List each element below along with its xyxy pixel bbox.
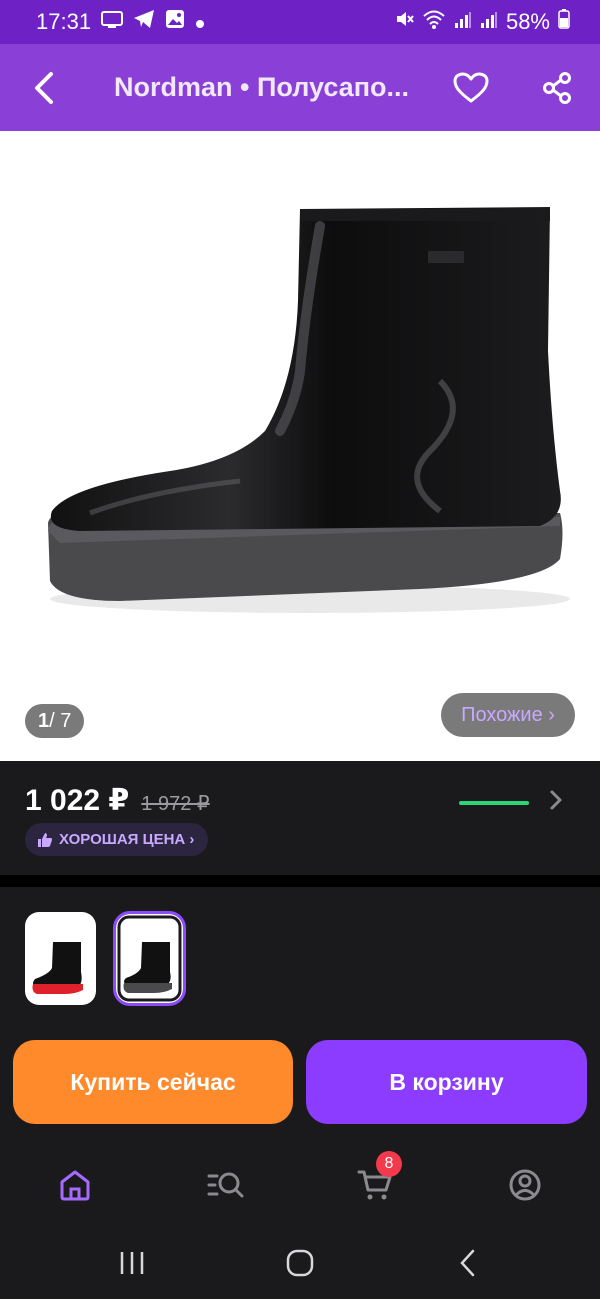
product-title: Nordman • Полусапо... [114,72,409,102]
home-icon [60,1170,90,1201]
share-button[interactable] [514,44,600,131]
product-image [48,207,570,613]
nav-cart[interactable]: 8 [350,1151,402,1210]
mute-icon [394,9,414,35]
chevron-right-icon[interactable] [546,789,566,811]
image-counter-current: 1 [38,709,50,732]
catalog-search-icon [207,1172,244,1198]
home-system-button[interactable] [280,1245,320,1281]
similar-label: Похожие › [461,703,555,726]
dot-icon [195,9,205,35]
nav-catalog[interactable] [200,1160,250,1210]
variant-image-black [116,914,183,1003]
good-price-badge[interactable]: ХОРОШАЯ ЦЕНА › [25,823,209,856]
image-counter-total: / 7 [49,709,72,732]
recent-apps-icon [120,1252,144,1274]
similar-button[interactable]: Похожие › [441,693,575,737]
cart-badge: 8 [376,1151,402,1177]
good-price-label: ХОРОШАЯ ЦЕНА › [59,831,195,848]
back-button[interactable] [0,44,88,131]
add-to-cart-label: В корзину [389,1068,504,1095]
tv-icon [101,9,124,35]
signal-1-icon [454,9,472,35]
variant-thumb-black[interactable] [113,911,186,1006]
back-system-button[interactable] [448,1245,488,1281]
battery-percent: 58% [505,9,550,34]
signal-2-icon [480,9,498,35]
favorite-button[interactable] [428,44,514,131]
old-price: 1 972 ₽ [141,793,210,815]
share-icon [543,71,571,104]
buy-now-label: Купить сейчас [70,1068,236,1095]
thumbs-up-icon [38,832,52,847]
back-chevron-icon [460,1249,475,1277]
heart-icon [453,72,489,102]
status-time: 17:31 [36,9,92,34]
nav-home[interactable] [50,1160,100,1210]
price-indicator [459,801,529,805]
status-bar: 17:31 58% [0,0,600,44]
profile-icon [509,1169,541,1201]
product-gallery[interactable]: 1 / 7 Похожие › [0,131,600,761]
app-header: Nordman • Полусапо... [0,44,600,131]
nav-profile[interactable] [500,1160,550,1210]
price-card[interactable]: 1 022 ₽ 1 972 ₽ ХОРОШАЯ ЦЕНА › [0,761,600,875]
wifi-icon [422,9,446,35]
back-arrow-icon [35,71,53,104]
telegram-icon [133,9,155,35]
home-circle-icon [286,1249,314,1277]
section-divider [0,875,600,887]
add-to-cart-button[interactable]: В корзину [306,1040,587,1124]
recent-apps-button[interactable] [112,1245,152,1281]
battery-icon [558,9,570,35]
buy-now-button[interactable]: Купить сейчас [13,1040,293,1124]
variant-thumb-red[interactable] [25,912,96,1005]
image-counter: 1 / 7 [25,704,85,738]
variant-image-red [32,942,83,994]
bottom-nav: 8 [0,1145,600,1225]
current-price: 1 022 ₽ [25,784,130,817]
gallery-icon [165,9,185,35]
system-nav-bar [0,1225,600,1299]
